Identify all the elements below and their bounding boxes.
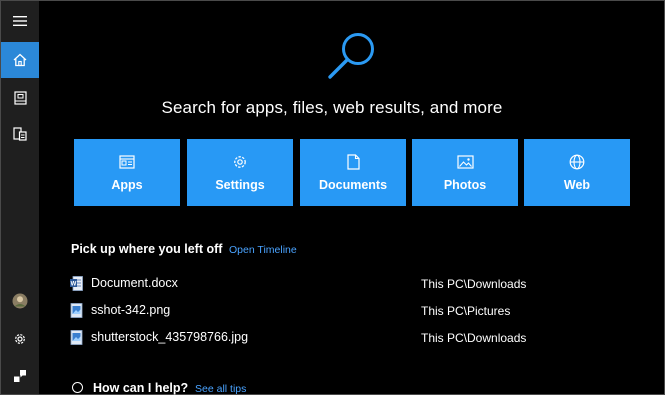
open-timeline-link[interactable]: Open Timeline xyxy=(229,244,297,256)
svg-text:W: W xyxy=(71,282,77,288)
recent-item[interactable]: sshot-342.png This PC\Pictures xyxy=(70,302,630,320)
file-name: Document.docx xyxy=(91,276,178,290)
feedback-icon xyxy=(14,370,26,382)
recent-header: Pick up where you left off xyxy=(71,242,223,256)
tile-web[interactable]: Web xyxy=(524,139,630,206)
file-path: This PC\Pictures xyxy=(421,304,511,318)
avatar xyxy=(12,293,28,309)
cortana-circle-icon xyxy=(72,382,83,393)
sidebar-item-home[interactable] xyxy=(1,42,39,78)
hamburger-menu-button[interactable] xyxy=(1,3,39,39)
tile-label: Web xyxy=(563,178,591,192)
image-file-icon xyxy=(70,330,83,345)
see-all-tips-link[interactable]: See all tips xyxy=(195,383,246,395)
tile-label: Photos xyxy=(443,178,487,192)
tile-label: Settings xyxy=(215,178,265,192)
document-icon xyxy=(346,154,360,170)
file-path: This PC\Downloads xyxy=(421,331,527,345)
recent-item[interactable]: shutterstock_435798766.jpg This PC\Downl… xyxy=(70,329,630,347)
file-name: shutterstock_435798766.jpg xyxy=(91,330,249,344)
help-heading: How can I help? xyxy=(93,381,189,395)
tile-label: Documents xyxy=(318,178,388,192)
photo-icon xyxy=(456,155,474,169)
image-file-icon xyxy=(70,303,83,318)
tile-label: Apps xyxy=(111,178,143,192)
sidebar xyxy=(1,1,39,394)
sidebar-item-devices[interactable] xyxy=(1,116,39,152)
tile-apps[interactable]: Apps xyxy=(74,139,180,206)
settings-icon xyxy=(234,156,246,168)
file-path: This PC\Downloads xyxy=(421,277,527,291)
sidebar-item-feedback[interactable] xyxy=(1,358,39,394)
hamburger-menu-icon xyxy=(13,16,27,26)
search-icon xyxy=(328,33,374,79)
apps-icon xyxy=(119,155,135,169)
tile-settings[interactable]: Settings xyxy=(187,139,293,206)
sidebar-item-account[interactable] xyxy=(1,283,39,319)
tile-photos[interactable]: Photos xyxy=(412,139,518,206)
word-document-icon: W xyxy=(70,276,83,291)
file-name: sshot-342.png xyxy=(91,303,171,317)
home-icon xyxy=(13,53,27,67)
sidebar-item-settings[interactable] xyxy=(1,321,39,357)
recent-item[interactable]: W Document.docx This PC\Downloads xyxy=(70,275,630,293)
gear-icon xyxy=(15,334,25,344)
tile-documents[interactable]: Documents xyxy=(300,139,406,206)
hero-text: Search for apps, files, web results, and… xyxy=(161,98,503,117)
globe-icon xyxy=(569,154,585,170)
devices-icon xyxy=(13,127,27,141)
